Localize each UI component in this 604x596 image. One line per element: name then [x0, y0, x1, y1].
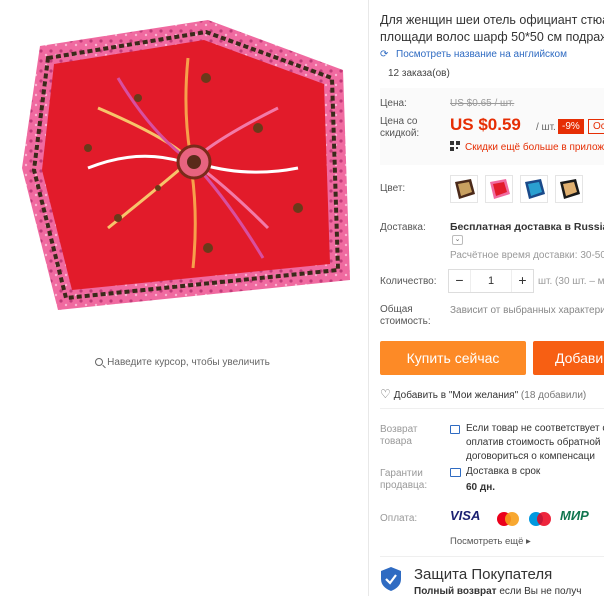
more-payment-link[interactable]: Посмотреть ещё ▸: [450, 536, 531, 547]
maestro-logo: [529, 512, 551, 526]
returns-label-line1: Возврат: [380, 424, 418, 435]
current-price: US $0.59: [450, 115, 521, 134]
discount-price-label: Цена со скидкой:: [380, 116, 419, 140]
product-gallery: Наведите курсор, чтобы увеличить: [0, 0, 365, 596]
quantity-input[interactable]: 1: [471, 270, 511, 292]
heart-icon: ♡: [380, 387, 391, 401]
extra-badge: Ос: [588, 119, 604, 134]
color-swatch-1[interactable]: [450, 175, 478, 203]
scarf-thumb-icon: [560, 179, 580, 199]
returns-text: Если товар не соответствует с оплатив ст…: [466, 422, 604, 464]
return-box-icon: [450, 425, 460, 434]
orders-count: 12 заказа(ов): [388, 68, 450, 79]
divider: [380, 556, 604, 557]
shield-icon: [381, 567, 401, 591]
total-label-line1: Общая: [380, 304, 413, 315]
price-unit: / шт.: [536, 122, 556, 133]
translate-link[interactable]: ⟳ Посмотреть название на английском: [380, 49, 567, 60]
quantity-plus-button[interactable]: +: [511, 270, 533, 292]
returns-text-line3: договориться о компенсаци: [466, 451, 595, 462]
product-title-line1: Для женщин шеи отель официант стюа: [380, 13, 604, 27]
buy-now-button[interactable]: Купить сейчас: [380, 341, 526, 375]
product-info: Для женщин шеи отель официант стюа площа…: [380, 0, 604, 596]
translate-icon: ⟳: [380, 49, 389, 60]
quantity-unit: шт. (30 шт. – м: [538, 276, 604, 287]
guarantee-text: Доставка в срок: [466, 466, 541, 477]
returns-label-line2: товара: [380, 436, 412, 447]
column-divider: [368, 0, 369, 596]
old-price: US $0.65 / шт.: [450, 98, 515, 109]
guarantee-label-line1: Гарантии: [380, 468, 423, 479]
discount-label-line2: скидкой:: [380, 128, 420, 139]
returns-label: Возврат товара: [380, 424, 418, 448]
qr-code-icon: [450, 141, 460, 151]
total-label-line2: стоимость:: [380, 316, 431, 327]
color-swatch-4[interactable]: [555, 175, 583, 203]
color-label: Цвет:: [380, 183, 406, 194]
shipping-value: Бесплатная доставка в Russian: [450, 221, 604, 233]
wishlist-count: (18 добавили): [520, 390, 587, 401]
protection-sub-rest: если Вы не получ: [496, 586, 582, 596]
wishlist-link[interactable]: ♡ Добавить в "Мои желания" (18 добавили): [380, 387, 586, 401]
price-label: Цена:: [380, 98, 407, 109]
guarantee-days: 60 дн.: [466, 482, 496, 493]
color-swatch-3[interactable]: [520, 175, 548, 203]
delivery-eta: Расчётное время доставки: 30-50: [450, 250, 604, 261]
scarf-thumb-icon: [455, 179, 475, 199]
color-swatch-2[interactable]: [485, 175, 513, 203]
price-box: Цена: US $0.65 / шт. Цена со скидкой: US…: [380, 88, 604, 165]
add-to-cart-button[interactable]: Добави: [533, 341, 604, 375]
zoom-hint: Наведите курсор, чтобы увеличить: [0, 357, 365, 368]
divider: [380, 408, 604, 409]
total-label: Общая стоимость:: [380, 304, 431, 328]
wishlist-text[interactable]: Добавить в "Мои желания": [394, 390, 518, 401]
product-title-line2: площади волос шарф 50*50 см подраж: [380, 30, 604, 44]
buyer-protection-title: Защита Покупателя: [414, 566, 553, 583]
quantity-label: Количество:: [380, 276, 437, 287]
guarantee-label-line2: продавца:: [380, 480, 428, 491]
total-value: Зависит от выбранных характери: [450, 305, 604, 316]
app-discount-link[interactable]: Скидки ещё больше в прилож: [465, 142, 604, 153]
returns-text-line1: Если товар не соответствует с: [466, 423, 604, 434]
buyer-protection-sub: Полный возврат если Вы не получ: [414, 586, 581, 596]
discount-label-line1: Цена со: [380, 116, 418, 127]
shipping-label: Доставка:: [380, 222, 426, 233]
returns-text-line2: оплатив стоимость обратной: [466, 437, 601, 448]
translate-link-text[interactable]: Посмотреть название на английском: [396, 49, 567, 60]
scarf-thumb-icon: [490, 179, 510, 199]
product-image[interactable]: [18, 18, 358, 318]
guarantee-label: Гарантии продавца:: [380, 468, 427, 492]
discount-badge: -9%: [558, 119, 584, 134]
protection-sub-bold: Полный возврат: [414, 586, 497, 596]
magnifier-icon: [95, 358, 104, 366]
chevron-down-icon[interactable]: ⌄: [452, 235, 463, 245]
scarf-image: [22, 20, 350, 310]
truck-icon: [450, 468, 461, 477]
payment-label: Оплата:: [380, 513, 418, 524]
visa-logo: VISA: [450, 508, 481, 523]
product-title: Для женщин шеи отель официант стюа площа…: [380, 12, 604, 46]
quantity-minus-button[interactable]: −: [449, 270, 471, 292]
zoom-hint-text: Наведите курсор, чтобы увеличить: [107, 357, 270, 368]
mastercard-logo: [497, 512, 519, 526]
quantity-stepper: − 1 +: [448, 269, 534, 293]
scarf-thumb-icon: [525, 179, 545, 199]
mir-logo: МИР: [560, 508, 589, 523]
